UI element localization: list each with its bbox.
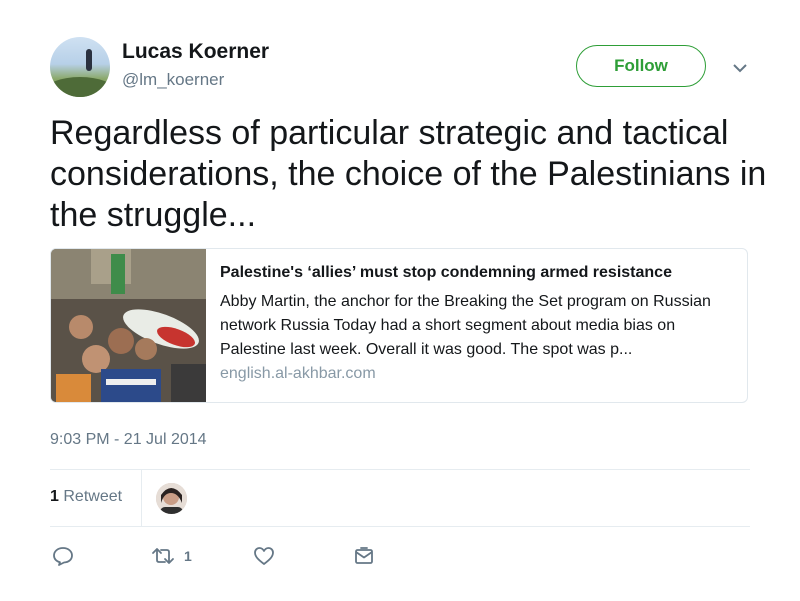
direct-message-button[interactable]: [353, 545, 375, 567]
tweet-timestamp[interactable]: 9:03 PM - 21 Jul 2014: [50, 431, 207, 449]
card-title[interactable]: Palestine's ‘allies’ must stop condemnin…: [220, 264, 672, 282]
reply-icon: [53, 547, 73, 566]
author-name[interactable]: Lucas Koerner: [122, 40, 269, 64]
card-thumbnail: [51, 249, 206, 402]
avatar-figure: [86, 49, 92, 71]
envelope-icon: [355, 547, 373, 564]
retweet-icon: [152, 548, 174, 564]
author-handle[interactable]: @lm_koerner: [122, 70, 224, 90]
retweeter-avatar[interactable]: [156, 483, 187, 514]
divider-top: [50, 469, 750, 470]
follow-button[interactable]: Follow: [576, 45, 706, 87]
reply-button[interactable]: [52, 545, 74, 567]
heart-icon: [254, 547, 274, 565]
link-card[interactable]: Palestine's ‘allies’ must stop condemnin…: [50, 248, 748, 403]
card-domain[interactable]: english.al-akhbar.com: [220, 365, 376, 383]
author-avatar[interactable]: [50, 37, 110, 97]
avatar-hill: [50, 77, 110, 97]
divider-bottom: [50, 526, 750, 527]
retweet-stat[interactable]: 1 Retweet: [50, 488, 122, 506]
chevron-down-icon[interactable]: [730, 60, 750, 76]
retweet-count: 1: [184, 548, 192, 564]
retweet-stat-count: 1: [50, 488, 59, 505]
retweet-button[interactable]: 1: [150, 545, 192, 567]
card-description: Abby Martin, the anchor for the Breaking…: [220, 293, 711, 358]
like-button[interactable]: [253, 545, 275, 567]
tweet-text: Regardless of particular strategic and t…: [50, 114, 767, 234]
retweet-stat-label: Retweet: [63, 488, 123, 505]
stats-separator: [141, 470, 142, 526]
